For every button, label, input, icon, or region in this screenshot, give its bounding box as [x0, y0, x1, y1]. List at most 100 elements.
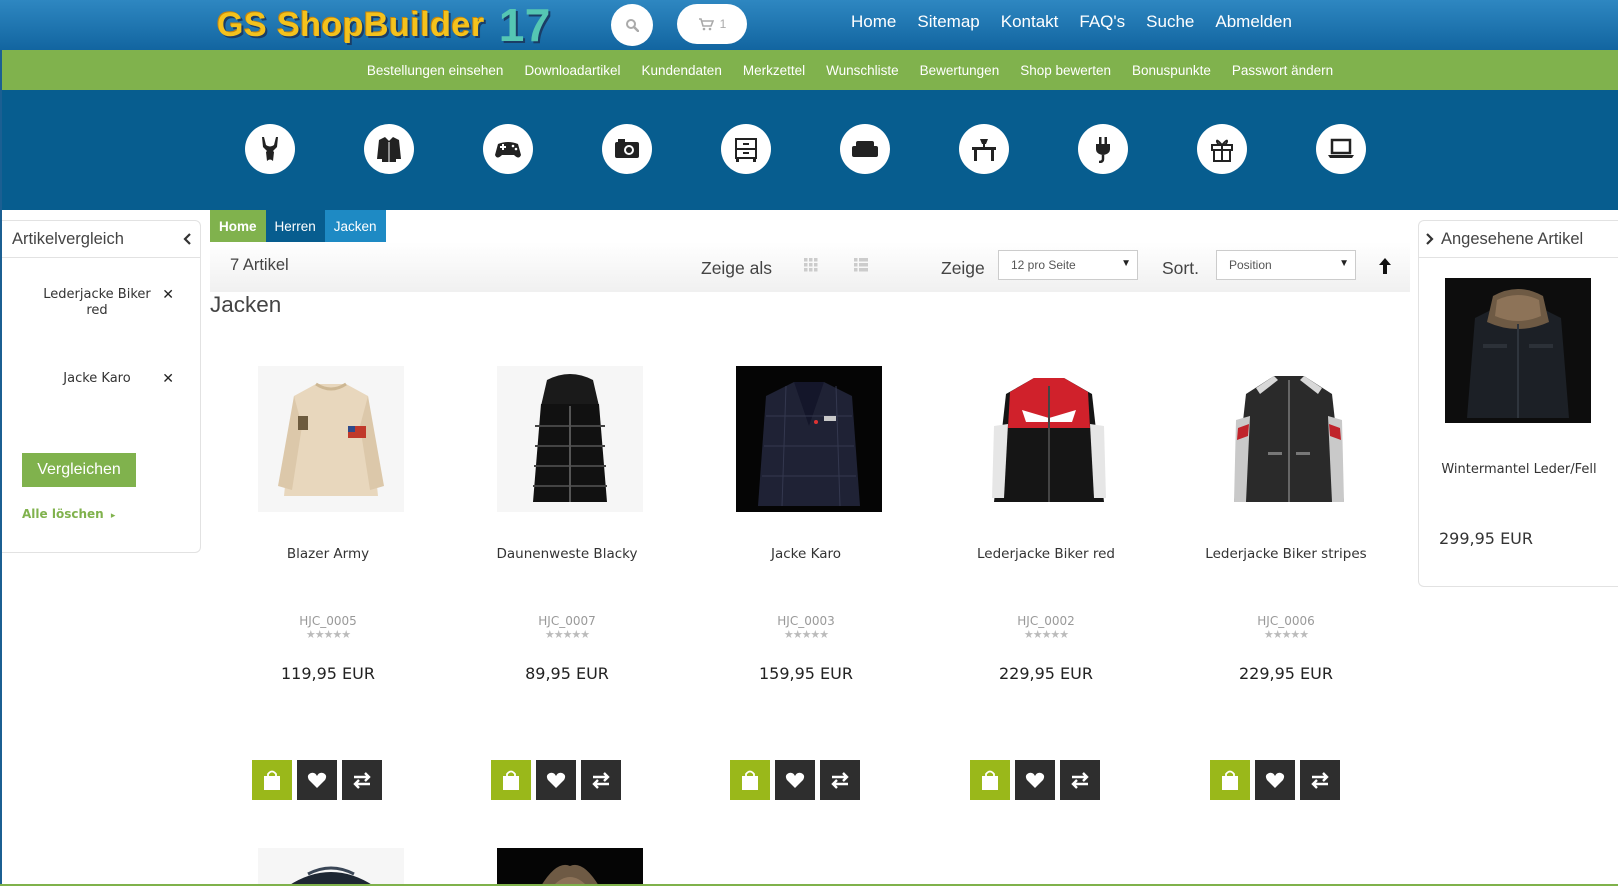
view-mode-label: Zeige als — [701, 258, 773, 278]
viewed-product-image[interactable] — [1445, 278, 1591, 423]
breadcrumb-home[interactable]: Home — [210, 210, 266, 242]
add-to-compare-button[interactable] — [1060, 760, 1100, 800]
account-link-downloads[interactable]: Downloadartikel — [524, 63, 620, 78]
account-link-wunschliste[interactable]: Wunschliste — [826, 63, 899, 78]
compare-arrows-icon — [831, 772, 849, 789]
account-link-passwort[interactable]: Passwort ändern — [1232, 63, 1333, 78]
product-price: 229,95 EUR — [998, 664, 1093, 683]
category-table[interactable] — [959, 124, 1009, 174]
list-view-icon[interactable] — [854, 258, 868, 272]
category-furniture-drawer[interactable] — [721, 124, 771, 174]
per-page-select[interactable]: 12 pro Seite ▼ — [998, 250, 1138, 280]
category-camera[interactable] — [602, 124, 652, 174]
add-to-cart-button[interactable] — [730, 760, 770, 800]
category-underwear[interactable] — [245, 124, 295, 174]
chevron-right-icon: ▸ — [110, 511, 116, 521]
add-to-compare-button[interactable] — [1300, 760, 1340, 800]
sort-direction-icon[interactable] — [1378, 257, 1392, 275]
account-nav-bar: Bestellungen einsehen Downloadartikel Ku… — [2, 50, 1618, 90]
product-name[interactable]: Daunenweste Blacky — [467, 546, 667, 563]
category-jacket[interactable] — [364, 124, 414, 174]
viewed-product-price: 299,95 EUR — [1439, 529, 1534, 548]
add-to-wishlist-button[interactable] — [297, 760, 337, 800]
logo-text: GS ShopBuilder — [217, 5, 485, 44]
heart-icon — [307, 772, 327, 788]
product-image[interactable] — [497, 366, 643, 512]
plug-icon — [1096, 137, 1110, 163]
sort-select[interactable]: Position ▼ — [1216, 250, 1356, 280]
add-to-cart-button[interactable] — [1210, 760, 1250, 800]
compare-button[interactable]: Vergleichen — [22, 453, 136, 487]
viewed-product-name[interactable]: Wintermantel Leder/Fell — [1419, 461, 1618, 478]
product-image[interactable] — [258, 366, 404, 512]
grid-view-icon[interactable] — [804, 258, 818, 272]
product-sku: HJC_0005 — [299, 614, 357, 628]
recently-viewed-header[interactable]: Angesehene Artikel — [1419, 221, 1618, 258]
cart-button[interactable]: 1 — [677, 4, 747, 44]
product-actions — [491, 760, 621, 800]
top-header: GS ShopBuilder 17 1 Home Sitemap Kontakt… — [0, 0, 1618, 51]
account-link-shop-bewerten[interactable]: Shop bewerten — [1020, 63, 1111, 78]
breadcrumb-herren[interactable]: Herren — [265, 210, 325, 242]
nav-kontakt[interactable]: Kontakt — [1001, 12, 1059, 32]
product-image[interactable] — [736, 366, 882, 512]
product-name[interactable]: Blazer Army — [228, 546, 428, 563]
product-image[interactable] — [976, 366, 1122, 512]
jacket-icon — [377, 137, 401, 162]
category-computers[interactable] — [1316, 124, 1366, 174]
product-actions — [252, 760, 382, 800]
account-link-kundendaten[interactable]: Kundendaten — [642, 63, 722, 78]
product-price: 159,95 EUR — [758, 664, 853, 683]
add-to-wishlist-button[interactable] — [536, 760, 576, 800]
page-title: Jacken — [210, 292, 282, 317]
add-to-wishlist-button[interactable] — [775, 760, 815, 800]
category-sofa[interactable] — [840, 124, 890, 174]
drawer-icon — [735, 138, 757, 162]
add-to-cart-button[interactable] — [970, 760, 1010, 800]
chevron-left-icon[interactable] — [182, 233, 192, 245]
add-to-cart-button[interactable] — [491, 760, 531, 800]
dropdown-arrow-icon: ▼ — [1121, 258, 1131, 269]
underwear-icon — [262, 137, 278, 161]
nav-sitemap[interactable]: Sitemap — [917, 12, 979, 32]
category-gifts[interactable] — [1197, 124, 1247, 174]
product-sku: HJC_0006 — [1257, 614, 1315, 628]
compare-arrows-icon — [1311, 772, 1329, 789]
heart-icon — [1025, 772, 1045, 788]
heart-icon — [1265, 772, 1285, 788]
search-button[interactable] — [611, 4, 653, 46]
nav-home[interactable]: Home — [851, 12, 896, 32]
product-name[interactable]: Lederjacke Biker red — [946, 546, 1146, 563]
add-to-wishlist-button[interactable] — [1015, 760, 1055, 800]
account-link-bonuspunkte[interactable]: Bonuspunkte — [1132, 63, 1211, 78]
nav-abmelden[interactable]: Abmelden — [1215, 12, 1292, 32]
product-image[interactable] — [258, 848, 404, 886]
compare-header[interactable]: Artikelvergleich — [2, 221, 200, 258]
account-link-bewertungen[interactable]: Bewertungen — [920, 63, 1000, 78]
category-electronics[interactable] — [1078, 124, 1128, 174]
compare-arrows-icon — [353, 772, 371, 789]
account-link-bestellungen[interactable]: Bestellungen einsehen — [367, 63, 504, 78]
nav-suche[interactable]: Suche — [1146, 12, 1194, 32]
add-to-compare-button[interactable] — [581, 760, 621, 800]
product-image[interactable] — [1216, 366, 1362, 512]
breadcrumb-jacken[interactable]: Jacken — [324, 210, 386, 242]
add-to-compare-button[interactable] — [342, 760, 382, 800]
remove-compare-icon[interactable]: ✕ — [162, 287, 174, 303]
product-name[interactable]: Lederjacke Biker stripes — [1186, 546, 1386, 563]
product-name[interactable]: Jacke Karo — [706, 546, 906, 563]
clear-all-link[interactable]: Alle löschen ▸ — [22, 507, 115, 521]
remove-compare-icon[interactable]: ✕ — [162, 371, 174, 387]
nav-faq[interactable]: FAQ's — [1079, 12, 1125, 32]
shop-logo[interactable]: GS ShopBuilder 17 — [217, 0, 551, 51]
account-link-merkzettel[interactable]: Merkzettel — [743, 63, 805, 78]
compare-item-name[interactable]: Lederjacke Biker red — [32, 287, 162, 319]
add-to-wishlist-button[interactable] — [1255, 760, 1295, 800]
add-to-compare-button[interactable] — [820, 760, 860, 800]
add-to-cart-button[interactable] — [252, 760, 292, 800]
category-gaming[interactable] — [483, 124, 533, 174]
chevron-right-icon[interactable] — [1425, 233, 1435, 245]
gamepad-icon — [495, 142, 521, 158]
compare-item-name[interactable]: Jacke Karo — [32, 371, 162, 387]
product-image[interactable] — [497, 848, 643, 886]
